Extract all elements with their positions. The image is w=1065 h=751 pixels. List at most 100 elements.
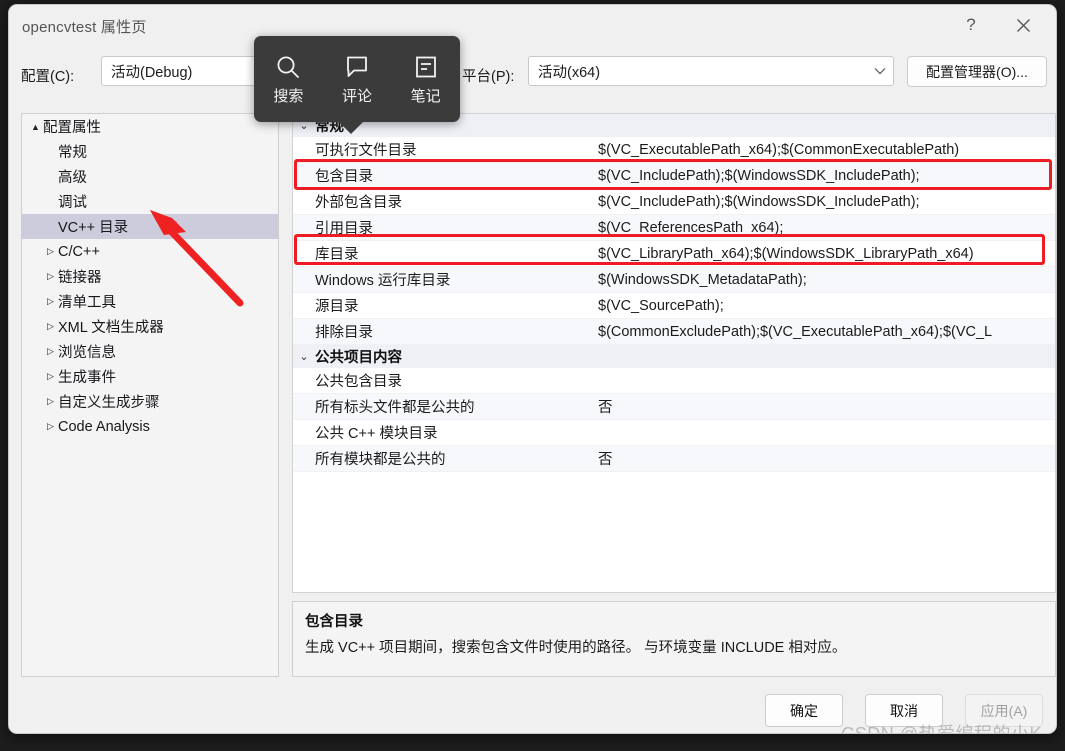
property-name: Windows 运行库目录: [315, 273, 451, 289]
tree-item-label: 自定义生成步骤: [58, 395, 160, 411]
tree-item-label: 高级: [58, 170, 87, 186]
property-value[interactable]: $(VC_SourcePath);: [596, 298, 1055, 314]
tree-item-debugging[interactable]: 调试: [22, 189, 278, 214]
triangle-right-icon: ▷: [47, 421, 54, 431]
configuration-tree[interactable]: ▲ 配置属性 常规 高级 调试 VC++ 目录 ▷ C/C++ ▷ 链接器 ▷ …: [21, 113, 279, 677]
description-body: 生成 VC++ 项目期间，搜索包含文件时使用的路径。 与环境变量 INCLUDE…: [305, 640, 847, 656]
configuration-label: 配置(C):: [21, 69, 75, 85]
property-name: 所有标头文件都是公共的: [315, 400, 475, 416]
table-row[interactable]: 排除目录 $(CommonExcludePath);$(VC_Executabl…: [293, 319, 1055, 345]
question-mark-icon: ?: [966, 15, 976, 34]
triangle-right-icon: ▷: [47, 396, 54, 406]
tree-item-label: 浏览信息: [58, 345, 116, 361]
property-value[interactable]: $(VC_ReferencesPath_x64);: [596, 220, 1055, 236]
floating-toolbar-item-search[interactable]: 搜索: [257, 52, 319, 106]
triangle-right-icon: ▷: [47, 271, 54, 281]
floating-toolbar[interactable]: 搜索 评论 笔记: [254, 36, 460, 134]
property-value[interactable]: $(VC_ExecutablePath_x64);$(CommonExecuta…: [596, 142, 1055, 158]
triangle-down-icon: ▲: [31, 121, 40, 132]
chevron-down-icon: ⌄: [299, 351, 309, 363]
tree-item-general[interactable]: 常规: [22, 139, 278, 164]
window-title: opencvtest 属性页: [22, 19, 147, 36]
floating-toolbar-item-label: 笔记: [410, 88, 441, 105]
table-row[interactable]: 外部包含目录 $(VC_IncludePath);$(WindowsSDK_In…: [293, 189, 1055, 215]
property-name: 排除目录: [315, 325, 373, 341]
triangle-right-icon: ▷: [47, 296, 54, 306]
property-name: 库目录: [315, 247, 359, 263]
close-button[interactable]: [1000, 5, 1046, 45]
property-name: 源目录: [315, 299, 359, 315]
property-name: 可执行文件目录: [315, 143, 417, 159]
tree-item-label: 常规: [58, 145, 87, 161]
table-row[interactable]: 公共包含目录: [293, 368, 1055, 394]
property-name: 公共包含目录: [315, 374, 402, 390]
property-value[interactable]: 否: [596, 448, 1055, 469]
table-row[interactable]: 引用目录 $(VC_ReferencesPath_x64);: [293, 215, 1055, 241]
tree-item-manifest-tool[interactable]: ▷ 清单工具: [22, 289, 278, 314]
table-row[interactable]: 公共 C++ 模块目录: [293, 420, 1055, 446]
platform-combobox[interactable]: 活动(x64): [528, 56, 894, 86]
property-value[interactable]: $(VC_IncludePath);$(WindowsSDK_IncludePa…: [596, 194, 1055, 210]
property-value[interactable]: $(VC_IncludePath);$(WindowsSDK_IncludePa…: [596, 168, 1055, 184]
grid-category-label: 公共项目内容: [315, 350, 402, 366]
tooltip-tail: [338, 121, 364, 134]
help-button[interactable]: ?: [948, 5, 994, 45]
property-grid[interactable]: ⌄ 常规 可执行文件目录 $(VC_ExecutablePath_x64);$(…: [292, 113, 1056, 593]
table-row[interactable]: 源目录 $(VC_SourcePath);: [293, 293, 1055, 319]
tree-item-label: 链接器: [58, 270, 102, 286]
triangle-right-icon: ▷: [47, 321, 54, 331]
property-name: 所有模块都是公共的: [315, 452, 446, 468]
tree-item-configuration-properties[interactable]: ▲ 配置属性: [22, 114, 278, 139]
description-pane: 包含目录 生成 VC++ 项目期间，搜索包含文件时使用的路径。 与环境变量 IN…: [292, 601, 1056, 677]
ok-button[interactable]: 确定: [765, 694, 843, 727]
property-name: 公共 C++ 模块目录: [315, 426, 438, 442]
tree-item-label: Code Analysis: [58, 418, 150, 435]
tree-item-label: C/C++: [58, 243, 100, 260]
tree-item-label: VC++ 目录: [58, 220, 129, 236]
tree-item-label: 清单工具: [58, 295, 116, 311]
property-value[interactable]: $(VC_LibraryPath_x64);$(WindowsSDK_Libra…: [596, 246, 1055, 262]
tree-item-xml-doc-generator[interactable]: ▷ XML 文档生成器: [22, 314, 278, 339]
tree-item-linker[interactable]: ▷ 链接器: [22, 264, 278, 289]
watermark: CSDN @热爱编程的小K: [841, 724, 1042, 734]
tree-item-label: 调试: [58, 195, 87, 211]
description-title: 包含目录: [305, 614, 363, 630]
floating-toolbar-item-notes[interactable]: 笔记: [395, 52, 457, 106]
table-row[interactable]: Windows 运行库目录 $(WindowsSDK_MetadataPath)…: [293, 267, 1055, 293]
table-row[interactable]: 包含目录 $(VC_IncludePath);$(WindowsSDK_Incl…: [293, 163, 1055, 189]
notes-icon: [413, 52, 439, 82]
table-row[interactable]: 库目录 $(VC_LibraryPath_x64);$(WindowsSDK_L…: [293, 241, 1055, 267]
property-pages-dialog: opencvtest 属性页 ? 配置(C): 活动(Debug) 平台(P):…: [8, 4, 1057, 734]
tree-item-code-analysis[interactable]: ▷ Code Analysis: [22, 414, 278, 439]
floating-toolbar-item-label: 搜索: [273, 88, 304, 105]
property-value[interactable]: $(CommonExcludePath);$(VC_ExecutablePath…: [596, 324, 1055, 340]
floating-toolbar-item-label: 评论: [341, 88, 372, 105]
table-row[interactable]: 可执行文件目录 $(VC_ExecutablePath_x64);$(Commo…: [293, 137, 1055, 163]
table-row[interactable]: 所有模块都是公共的 否: [293, 446, 1055, 472]
platform-value: 活动(x64): [538, 64, 601, 81]
configuration-manager-button[interactable]: 配置管理器(O)...: [907, 56, 1047, 87]
close-icon: [1016, 18, 1030, 32]
tree-item-custom-build-step[interactable]: ▷ 自定义生成步骤: [22, 389, 278, 414]
property-name: 包含目录: [315, 169, 373, 185]
platform-label: 平台(P):: [462, 69, 515, 85]
table-row[interactable]: 所有标头文件都是公共的 否: [293, 394, 1055, 420]
grid-category-public-project-content[interactable]: ⌄ 公共项目内容: [293, 345, 1055, 368]
floating-toolbar-item-comment[interactable]: 评论: [326, 52, 388, 106]
tree-item-build-events[interactable]: ▷ 生成事件: [22, 364, 278, 389]
comment-icon: [344, 52, 370, 82]
triangle-right-icon: ▷: [47, 246, 54, 256]
property-name: 引用目录: [315, 221, 373, 237]
tree-item-c-cpp[interactable]: ▷ C/C++: [22, 239, 278, 264]
property-value[interactable]: 否: [596, 396, 1055, 417]
property-value[interactable]: $(WindowsSDK_MetadataPath);: [596, 272, 1055, 288]
tree-item-vcpp-directories[interactable]: VC++ 目录: [22, 214, 278, 239]
tree-item-label: 生成事件: [58, 370, 116, 386]
search-icon: [275, 52, 301, 82]
tree-item-browse-information[interactable]: ▷ 浏览信息: [22, 339, 278, 364]
tree-item-label: XML 文档生成器: [58, 320, 164, 336]
tree-item-advanced[interactable]: 高级: [22, 164, 278, 189]
property-name: 外部包含目录: [315, 195, 402, 211]
triangle-right-icon: ▷: [47, 346, 54, 356]
triangle-right-icon: ▷: [47, 371, 54, 381]
